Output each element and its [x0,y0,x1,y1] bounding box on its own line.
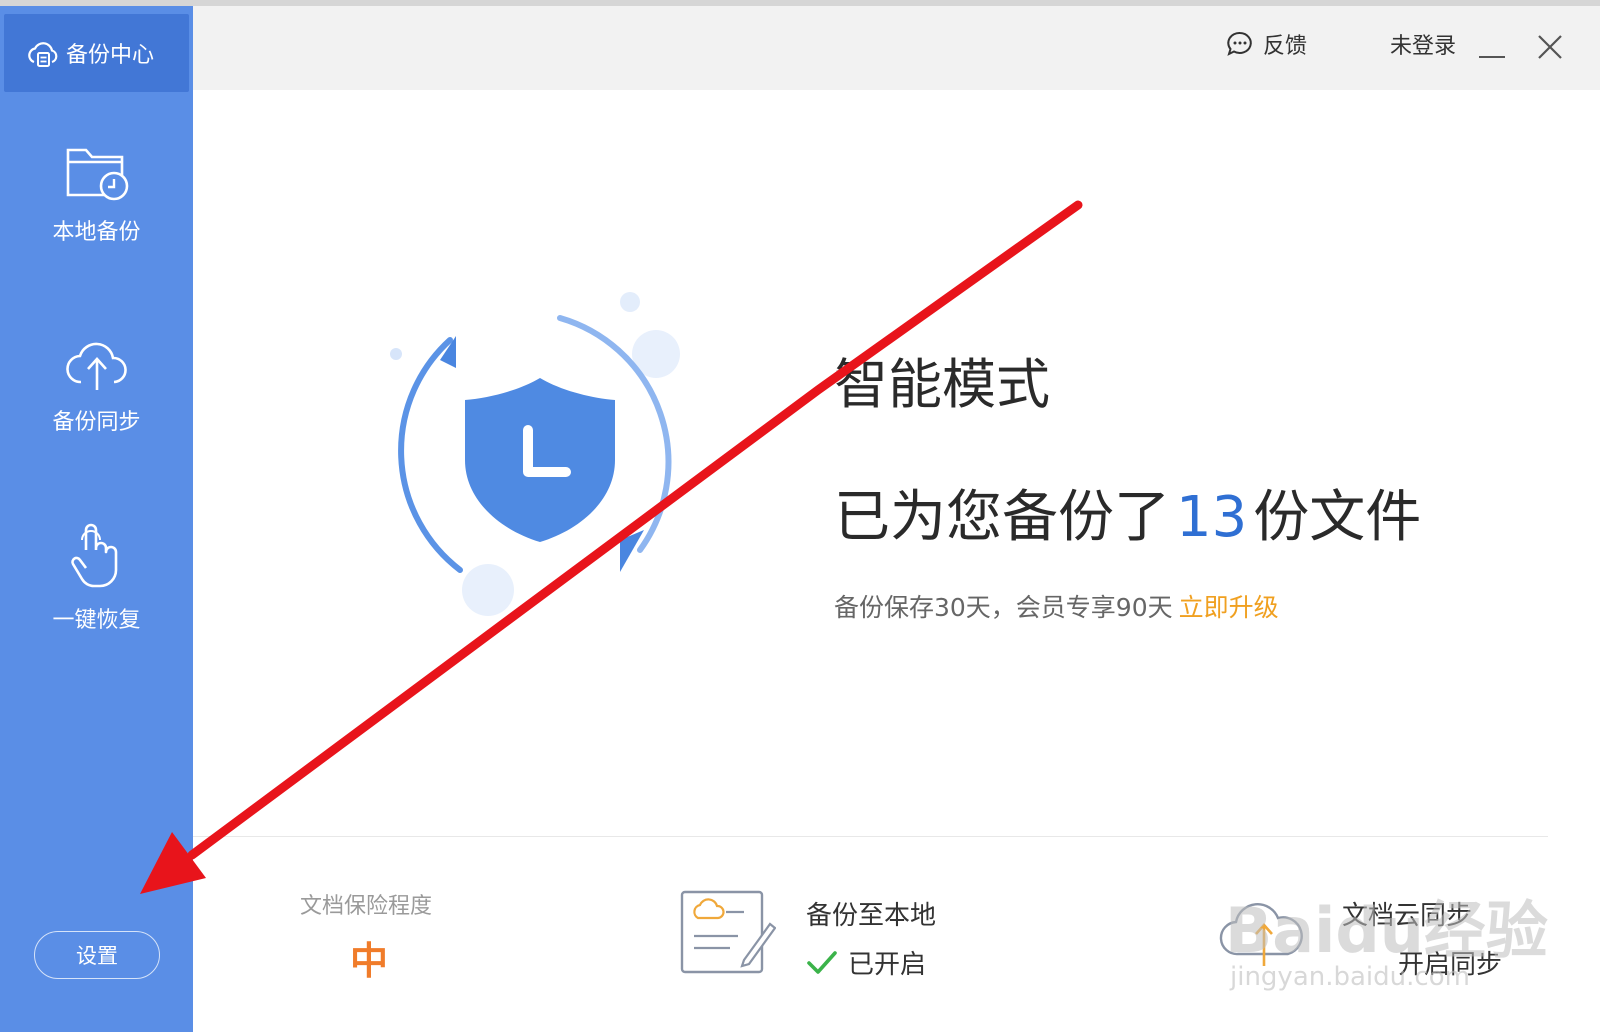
feedback-label: 反馈 [1263,34,1308,59]
shield-clock-icon [390,292,680,616]
shield-sync-illustration [380,290,710,630]
local-backup-status-text: 已开启 [848,950,927,980]
chat-bubble-icon [1227,31,1252,56]
sidebar-item-one-click-restore[interactable]: 一键恢复 [0,520,193,634]
sidebar-item-backup-sync[interactable]: 备份同步 [0,332,193,436]
retention-text: 备份保存30天，会员专享90天 [834,593,1173,622]
local-backup-status: 已开启 [806,944,926,981]
hand-pointer-icon [70,523,117,588]
settings-button[interactable]: 设置 [34,931,160,979]
backup-count-number: 13 [1176,485,1248,550]
retention-info: 备份保存30天，会员专享90天 立即升级 [834,588,1279,624]
upgrade-link[interactable]: 立即升级 [1179,593,1279,622]
brand-label: 备份中心 [66,43,155,68]
brand-header: 备份中心 [4,14,189,92]
watermark-url: jingyan.baidu.com [1230,962,1470,992]
backup-count-suffix: 份文件 [1253,485,1422,550]
protection-level-label: 文档保险程度 [300,894,433,919]
backup-count-prefix: 已为您备份了 [834,485,1170,550]
sidebar-item-label: 备份同步 [52,410,141,435]
baidu-watermark: Baidu经验 [1225,894,1548,967]
sidebar-item-label: 一键恢复 [52,608,141,633]
backup-count-line: 已为您备份了 13 份文件 [834,472,1421,553]
close-button[interactable] [1537,34,1563,64]
check-icon [807,950,837,974]
local-backup-card[interactable] [680,888,777,982]
divider [193,836,1548,837]
document-cloud-icon [680,890,777,974]
cloud-doc-icon [28,42,58,67]
folder-clock-icon [66,148,128,201]
local-backup-title: 备份至本地 [806,901,937,931]
mode-title: 智能模式 [834,353,1050,416]
login-status-button[interactable]: 未登录 [1390,28,1456,60]
sidebar: 备份中心 本地备份 备份同步 一键恢复 设置 [0,6,193,1032]
cloud-upload-icon [65,342,127,390]
close-icon [1538,35,1562,59]
title-bar: 反馈 未登录 [193,6,1600,90]
sidebar-item-local-backup[interactable]: 本地备份 [0,140,193,246]
sidebar-item-label: 本地备份 [52,220,141,245]
feedback-button[interactable]: 反馈 [1225,28,1307,60]
protection-level-value: 中 [350,939,389,983]
minimize-button[interactable] [1479,56,1505,58]
